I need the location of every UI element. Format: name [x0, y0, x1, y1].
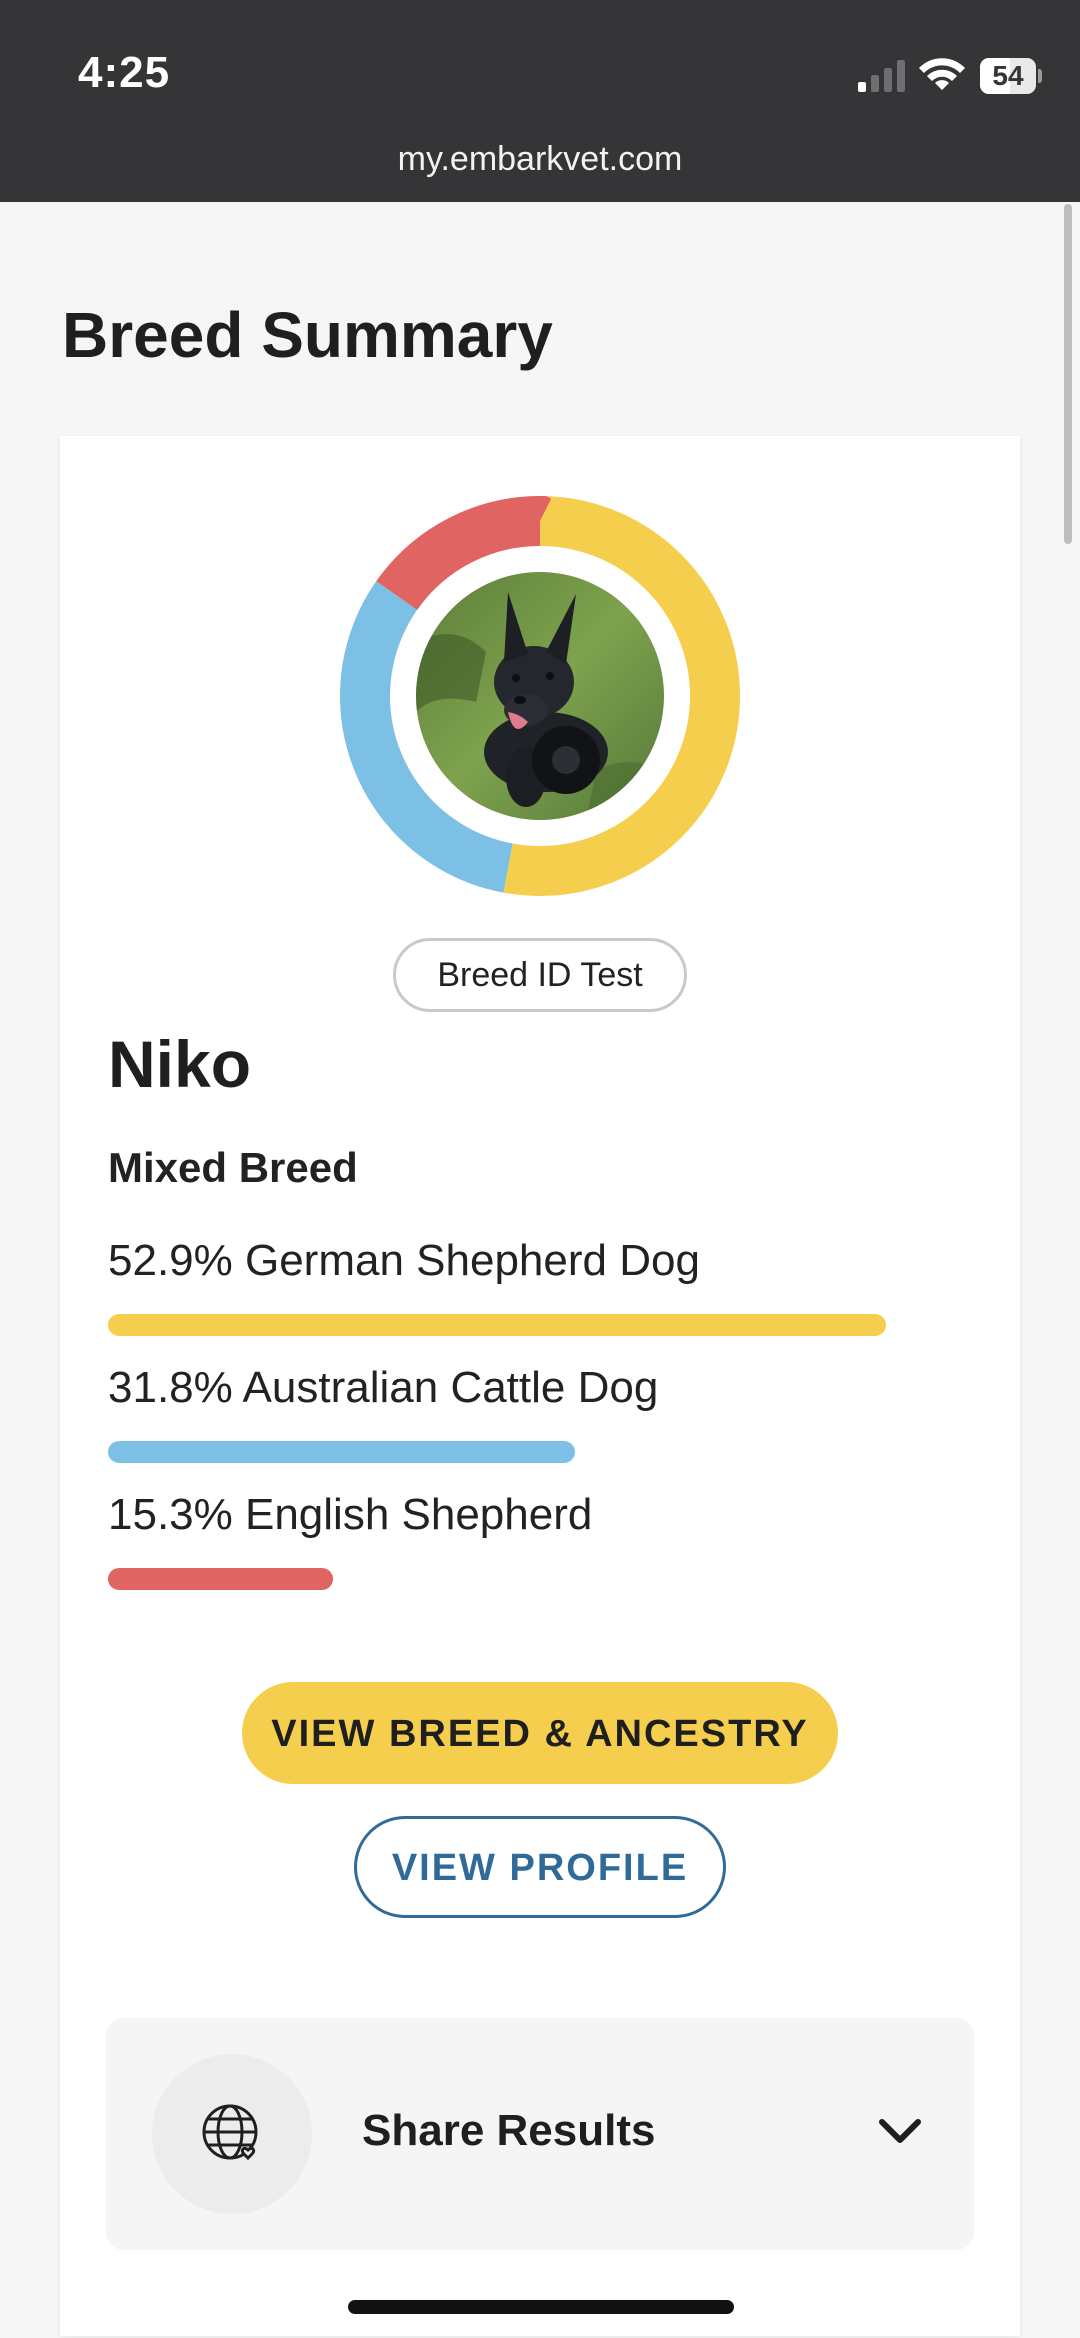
status-time: 4:25: [78, 48, 171, 97]
cellular-signal-icon: [858, 60, 905, 92]
breed-label: 31.8% Australian Cattle Dog: [108, 1363, 659, 1412]
breed-label: 15.3% English Shepherd: [108, 1490, 593, 1539]
breed-percentage-bar: [108, 1314, 886, 1336]
home-indicator[interactable]: [348, 2300, 734, 2314]
breed-summary-card: Breed ID Test Niko Mixed Breed 52.9% Ger…: [60, 436, 1020, 2336]
battery-tip: [1038, 69, 1042, 83]
breed-type: Mixed Breed: [108, 1144, 358, 1191]
address-bar-url[interactable]: my.embarkvet.com: [0, 140, 1080, 179]
dog-name: Niko: [108, 1027, 252, 1101]
battery-percentage: 54: [992, 60, 1024, 91]
breed-row-german-shepherd: 52.9% German Shepherd Dog: [108, 1236, 968, 1336]
breed-percentage-bar: [108, 1568, 333, 1590]
breed-row-australian-cattle-dog: 31.8% Australian Cattle Dog: [108, 1363, 968, 1463]
chevron-down-icon[interactable]: [876, 2114, 924, 2146]
wifi-icon: [919, 58, 965, 90]
battery-icon: 54: [980, 58, 1042, 94]
breed-id-test-badge: Breed ID Test: [393, 938, 687, 1012]
page-title: Breed Summary: [62, 299, 553, 371]
breed-row-english-shepherd: 15.3% English Shepherd: [108, 1490, 968, 1590]
share-icon-circle: [152, 2054, 312, 2214]
share-results-toggle[interactable]: Share Results: [106, 2018, 974, 2250]
page-scrollbar[interactable]: [1064, 204, 1072, 544]
dog-photo: [416, 572, 664, 820]
view-breed-ancestry-button[interactable]: VIEW BREED & ANCESTRY: [242, 1682, 838, 1784]
share-results-label: Share Results: [362, 2106, 656, 2155]
breed-percentage-bar: [108, 1441, 576, 1463]
browser-chrome: 4:25 54 my.embarkvet.com: [0, 0, 1080, 202]
breed-label: 52.9% German Shepherd Dog: [108, 1236, 700, 1285]
view-profile-button[interactable]: VIEW PROFILE: [354, 1816, 726, 1918]
globe-icon: [202, 2104, 258, 2161]
page-content[interactable]: Breed Summary Breed ID Test Niko Mixed B…: [0, 202, 1080, 2338]
